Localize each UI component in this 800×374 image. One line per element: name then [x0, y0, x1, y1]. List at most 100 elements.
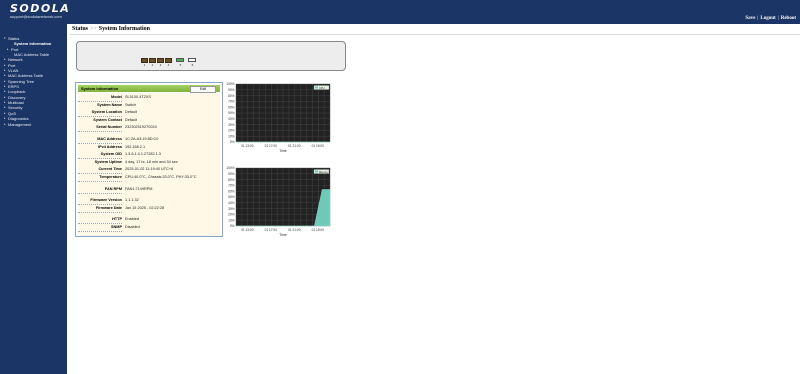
breadcrumb-section[interactable]: Status [72, 26, 88, 32]
memory-usage-chart: 100% 90% 80% 70% 60% 50% 40% 30% 20% 10% 0% 01 13:0… [224, 165, 332, 241]
port-number: 2 [151, 63, 154, 67]
sidebar-menu: ▾ Status System Information ▸ Port MAC Addres… [3, 36, 67, 127]
y-tick-label: 100% [226, 82, 234, 86]
reboot-link[interactable]: Reboot [781, 16, 796, 21]
info-row: System OID 1.3.6.1.4.1.27282.1.3 [78, 151, 220, 160]
info-row: Serial Number 232302519270024 [78, 124, 220, 133]
legend-swatch [315, 86, 318, 89]
sfp-port-6[interactable] [188, 58, 196, 62]
info-row: Firmware Date Jan 15 2025 - 02:22:28 [78, 204, 220, 213]
info-row: SNMP Disabled [78, 224, 220, 232]
info-row: FAN RPM FAN1:7149RPM [78, 185, 220, 194]
info-value: FAN1:7149RPM [125, 186, 153, 191]
legend-swatch [315, 170, 318, 173]
system-info-table: Model SL5100-4T2XS System Name Switch System… [78, 93, 220, 236]
x-axis-label: Time [279, 233, 287, 237]
info-value: 4 day, 17 hr, 18 min and 34 sec [125, 159, 178, 164]
breadcrumb: Status >> System Information [72, 26, 150, 33]
port-number: 3 [159, 63, 162, 67]
y-tick-label: 90% [228, 172, 235, 176]
y-tick-label: 80% [228, 94, 235, 98]
y-tick-label: 70% [228, 100, 235, 104]
sidebar: ▾ Status System Information ▸ Port MAC Addres… [0, 24, 67, 374]
chart-svg: 100% 90% 80% 70%60% 50% 40% 30% 20%10% 0% 01 13:0… [226, 166, 331, 237]
save-link[interactable]: Save [745, 16, 755, 21]
system-info-header: System Information Edit [78, 85, 220, 93]
x-tick-label: 01 21:00 [288, 228, 301, 232]
support-email: support@sodolanetwork.com [10, 14, 62, 19]
y-tick-label: 0% [230, 224, 235, 228]
y-tick-label: 80% [228, 178, 235, 182]
y-tick-label: 50% [228, 111, 235, 115]
x-axis-label: Time [279, 149, 287, 153]
legend-label: Memory [319, 170, 329, 174]
system-info-card: System Information Edit Model SL5100-4T2X… [75, 82, 223, 237]
y-tick-label: 50% [228, 195, 235, 199]
y-tick-label: 30% [228, 207, 235, 211]
info-value: Switch [125, 102, 137, 107]
header-links: Save | Logout | Reboot [745, 16, 796, 22]
y-tick-label: 30% [228, 123, 235, 127]
legend-label: CPU [319, 86, 325, 90]
breadcrumb-separator: >> [90, 26, 97, 32]
info-row: System Uptime 4 day, 17 hr, 18 min and 34… [78, 158, 220, 167]
port-number: 6 [191, 63, 194, 67]
info-row: Current Time 2025-01-02 11:19:40 UTC+8 [78, 166, 220, 175]
top-header: SODOLA support@sodolanetwork.com Save | Lo… [0, 0, 800, 24]
info-label: Temperature [78, 174, 122, 182]
info-value: Disabled [125, 225, 140, 229]
sidebar-item-management[interactable]: ▸ Management [3, 122, 67, 127]
info-value: SL5100-4T2XS [125, 95, 151, 99]
arrow-icon: ▸ [4, 121, 6, 126]
system-info-title: System Information [81, 86, 119, 91]
info-row: System Name Switch [78, 101, 220, 110]
info-value: CPU:40.0°C, Chassis:33.0°C, PHY:33.0°C [125, 175, 197, 179]
x-tick-label: 01 17:00 [265, 228, 278, 232]
info-value: 1.3.6.1.4.1.27282.1.3 [125, 152, 161, 157]
info-value: Default [125, 110, 138, 115]
x-tick-label: 01 21:00 [288, 144, 301, 148]
x-tick-label: 01 13:00 [241, 228, 254, 232]
info-value: 232302519270024 [125, 125, 157, 130]
divider [70, 34, 800, 35]
y-tick-label: 20% [228, 213, 235, 217]
y-tick-label: 60% [228, 105, 235, 109]
edit-button[interactable]: Edit [190, 86, 216, 93]
sfp-port-5[interactable] [176, 58, 184, 62]
page-title: System Information [98, 26, 150, 32]
info-row: Temperature CPU:40.0°C, Chassis:33.0°C, P… [78, 174, 220, 182]
y-tick-label: 70% [228, 184, 235, 188]
x-tick-label: 01 15:00 [312, 144, 325, 148]
y-tick-label: 20% [228, 129, 235, 133]
y-tick-label: 10% [228, 218, 235, 222]
info-label: FAN RPM [78, 185, 122, 194]
logout-link[interactable]: Logout [760, 16, 775, 21]
y-tick-label: 60% [228, 189, 235, 193]
info-label: Firmware Date [78, 204, 122, 213]
x-tick-label: 01 17:00 [265, 144, 278, 148]
info-label: SNMP [78, 224, 122, 232]
info-value: Jan 15 2025 - 02:22:28 [125, 205, 165, 210]
info-row: IPv4 Address 192.168.2.1 [78, 143, 220, 152]
y-tick-label: 40% [228, 201, 235, 205]
y-tick-label: 0% [230, 140, 235, 144]
info-value: 1.1.1.32 [125, 198, 139, 203]
info-row: HTTP Enabled [78, 216, 220, 225]
y-tick-label: 90% [228, 88, 235, 92]
info-value: Enabled [125, 217, 139, 222]
port-number: 5 [179, 63, 182, 67]
y-tick-label: 40% [228, 117, 235, 121]
device-front-panel: 1 2 3 4 5 6 [76, 41, 346, 71]
info-value: Default [125, 117, 138, 122]
info-row: System Contact Default [78, 116, 220, 125]
info-row: Firmware Version 1.1.1.32 [78, 197, 220, 206]
info-value: 192.168.2.1 [125, 144, 146, 149]
chart-svg: 100% 90% 80% 70%60% 50% 40% 30% 20%10% 0% 01 13:0… [226, 82, 331, 153]
info-row: MAC Address 1C:2A:A3:19:8D:C0 [78, 136, 220, 144]
y-tick-label: 10% [228, 134, 235, 138]
brand-logo: SODOLA [10, 2, 71, 15]
info-value: 2025-01-02 11:19:40 UTC+8 [125, 167, 174, 172]
info-label: Serial Number [78, 124, 122, 133]
info-row: System Location Default [78, 109, 220, 118]
y-tick-label: 100% [226, 166, 234, 170]
